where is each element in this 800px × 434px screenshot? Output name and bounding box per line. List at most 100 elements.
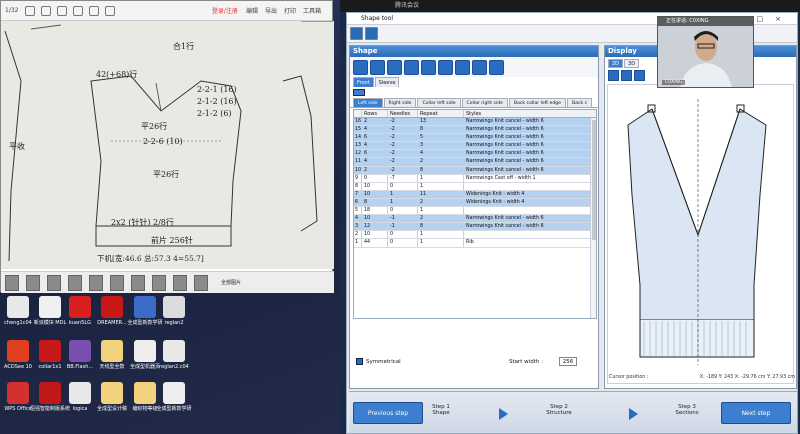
thumbnail[interactable] <box>131 274 145 291</box>
thumbnail[interactable] <box>152 274 166 291</box>
desktop-icon[interactable]: reglan2 <box>152 296 196 326</box>
table-row[interactable]: 7 10 1 11 Widenings Knit - width 4 <box>354 190 596 199</box>
table-cell-needles: -2 <box>388 134 418 142</box>
open-icon[interactable] <box>350 27 363 40</box>
zoom-out-icon[interactable] <box>621 69 632 81</box>
start-width-input[interactable]: 256 <box>559 357 577 366</box>
table-cell-needles: -1 <box>388 215 418 223</box>
table-cell-repeat: 8 <box>418 223 464 231</box>
table-row[interactable]: 1 44 0 1 Rib <box>354 239 596 248</box>
zoom-in-icon[interactable] <box>608 69 619 81</box>
tab-collar-right[interactable]: Collar right side <box>461 98 508 107</box>
col-rows[interactable]: Rows <box>362 110 388 117</box>
table-row[interactable]: 12 6 -2 4 Narrowings Knit cancel - width 6 <box>354 150 596 159</box>
edit-button[interactable]: 编辑 <box>246 6 258 15</box>
col-needles[interactable]: Needles <box>388 110 418 117</box>
fit-icon[interactable] <box>41 5 52 16</box>
table-row[interactable]: 15 4 -2 8 Narrowings Knit cancel - width 6 <box>354 126 596 135</box>
table-cell-needles: -2 <box>388 142 418 150</box>
tab-back-collar[interactable]: Back c <box>567 98 593 107</box>
tab-2d[interactable]: 2D <box>608 59 624 68</box>
fit-view-icon[interactable] <box>634 69 645 81</box>
table-cell-rows: 8 <box>362 198 388 207</box>
thumbnail[interactable] <box>26 274 40 291</box>
thumbnail[interactable] <box>194 274 208 291</box>
thumbnail[interactable] <box>47 274 61 291</box>
layers-icon[interactable] <box>404 59 419 75</box>
table-cell-rows: 10 <box>362 182 388 190</box>
app-icon <box>7 382 29 404</box>
desktop-icon[interactable]: 全成型新款学研 <box>152 382 196 412</box>
table-row[interactable]: 11 4 -2 2 Narrowings Knit cancel - width 6 <box>354 158 596 167</box>
table-scrollbar[interactable] <box>590 118 596 318</box>
next-step-button[interactable]: Next step <box>721 402 791 424</box>
stack-icon[interactable] <box>472 59 487 75</box>
garment-canvas[interactable] <box>607 84 794 384</box>
thumbnail[interactable] <box>110 274 124 291</box>
table-row[interactable]: 16 2 -2 13 Narrowings Knit cancel - width 6 <box>354 118 596 127</box>
note: 平26行 <box>153 170 180 179</box>
copy-icon[interactable] <box>421 59 436 75</box>
paste-icon[interactable] <box>438 59 453 75</box>
tab-back-collar-left[interactable]: Back collar left edge <box>508 98 566 107</box>
table-row[interactable]: 5 18 0 1 <box>354 207 596 216</box>
shape-tool-icon[interactable] <box>353 59 368 75</box>
image-icon[interactable] <box>455 59 470 75</box>
toolbox-button[interactable]: 工具箱 <box>303 6 321 15</box>
thumbnail[interactable] <box>89 274 103 291</box>
login-link[interactable]: 登录/注册 <box>212 6 238 15</box>
export-button[interactable]: 导出 <box>265 6 277 15</box>
table-cell-needles: -2 <box>388 158 418 166</box>
folder-icon[interactable] <box>489 59 504 75</box>
thumbnail[interactable] <box>68 274 82 291</box>
table-row[interactable]: 4 10 -1 2 Narrowings Knit cancel - width 6 <box>354 215 596 224</box>
select-all-icon[interactable] <box>353 89 365 96</box>
save-icon[interactable] <box>365 27 378 40</box>
table-cell-idx: 1 <box>354 239 362 247</box>
step-2[interactable]: Step 2 Structure <box>529 404 589 416</box>
table-cell-idx: 12 <box>355 150 362 158</box>
note: 2-2-6 (10) <box>143 137 183 146</box>
step-1[interactable]: Step 1 Shape <box>411 404 471 416</box>
table-row[interactable]: 2 10 0 1 <box>354 231 596 240</box>
cursor-label: Cursor position : <box>609 375 649 380</box>
thumbnail[interactable] <box>5 274 19 291</box>
table-cell-idx: 2 <box>354 231 362 239</box>
desktop-icon[interactable]: reglan2.c04 <box>152 340 196 370</box>
crop-icon[interactable] <box>57 5 68 16</box>
step-3[interactable]: Step 3 Sections <box>657 404 717 416</box>
table-row[interactable]: 3 12 -1 8 Narrowings Knit cancel - width 6 <box>354 223 596 232</box>
tab-right-side[interactable]: Right side <box>383 98 417 107</box>
thumbnail[interactable] <box>173 274 187 291</box>
note: 2-1-2 (16) <box>197 97 237 106</box>
tab-left-side[interactable]: Left side <box>353 98 383 107</box>
tab-sleeve[interactable]: Sleeve <box>374 77 400 87</box>
table-row[interactable]: 9 0 -7 1 Narrowings Cast off - width 1 <box>354 174 596 183</box>
print-button[interactable]: 打印 <box>284 6 296 15</box>
view-tabs: Front Sleeve <box>350 77 598 87</box>
note: 前片 256针 <box>151 236 193 245</box>
tab-front[interactable]: Front <box>353 77 374 87</box>
next-icon[interactable] <box>105 5 116 16</box>
table-row[interactable]: 8 10 0 1 <box>354 182 596 191</box>
all-pictures-link[interactable]: 全部图片 <box>221 279 241 286</box>
col-styles[interactable]: Styles <box>464 110 596 117</box>
table-cell-idx: 15 <box>355 126 362 134</box>
rotate-icon[interactable] <box>25 5 36 16</box>
symmetrical-checkbox[interactable] <box>356 358 363 365</box>
tab-3d[interactable]: 3D <box>624 59 640 68</box>
table-cell-repeat: 8 <box>418 166 464 174</box>
table-row[interactable]: 6 8 1 2 Widenings Knit - width 4 <box>354 198 596 208</box>
table-row[interactable]: 13 4 -2 3 Narrowings Knit cancel - width 6 <box>354 142 596 151</box>
zoom-icon[interactable] <box>73 5 84 16</box>
table-row[interactable]: 14 6 -2 5 Narrowings Knit cancel - width 6 <box>354 134 596 143</box>
table-cell-idx: 9 <box>354 174 362 182</box>
refresh-icon[interactable] <box>370 59 385 75</box>
tab-collar-left[interactable]: Collar left side <box>417 98 461 107</box>
col-repeat[interactable]: Repeat <box>418 110 464 117</box>
shape-panel: Shape Front Sleeve Left side Right side … <box>349 45 599 389</box>
table-cell-needles: -7 <box>388 174 418 182</box>
align-icon[interactable] <box>387 59 402 75</box>
table-row[interactable]: 10 2 -2 8 Narrowings Knit cancel - width 6 <box>354 166 596 175</box>
prev-icon[interactable] <box>89 5 100 16</box>
